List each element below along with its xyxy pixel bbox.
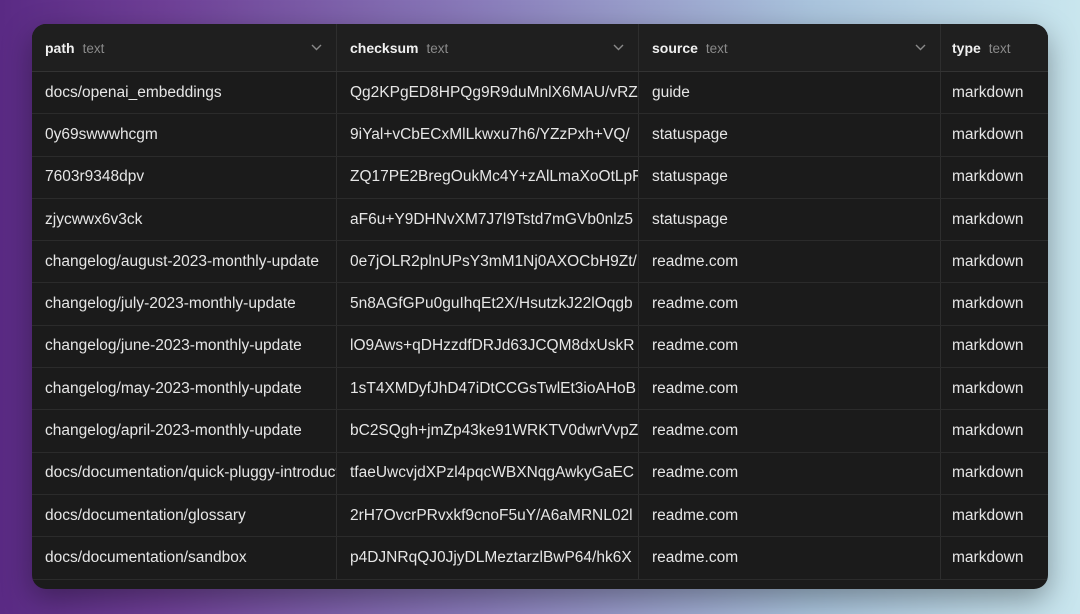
table-row[interactable]: docs/openai_embeddings Qg2KPgED8HPQg9R9d… <box>32 72 1048 115</box>
cell-path[interactable]: changelog/june-2023-monthly-update <box>32 325 337 368</box>
cell-path[interactable]: changelog/may-2023-monthly-update <box>32 368 337 410</box>
cell-path[interactable]: docs/openai_embeddings <box>32 72 337 114</box>
table-row[interactable]: docs/documentation/sandbox p4DJNRqQJ0Jjy… <box>32 537 1048 580</box>
column-name: source <box>652 39 698 56</box>
column-header-type[interactable]: type text <box>941 24 1048 71</box>
cell-source[interactable]: readme.com <box>639 452 941 494</box>
cell-source[interactable]: readme.com <box>639 241 941 283</box>
column-header-path[interactable]: path text <box>32 24 337 71</box>
cell-type[interactable]: markdown <box>941 368 1048 409</box>
column-name: path <box>45 39 75 56</box>
table-row[interactable]: 7603r9348dpv ZQ17PE2BregOukMc4Y+zAlLmaXo… <box>32 156 1048 199</box>
cell-path[interactable]: docs/documentation/quick-pluggy-introduc… <box>32 452 337 494</box>
cell-checksum[interactable]: 9iYal+vCbECxMlLkwxu7h6/YZzPxh+VQ/ <box>337 114 639 156</box>
cell-path[interactable]: changelog/july-2023-monthly-update <box>32 283 337 325</box>
column-type: text <box>988 40 1011 56</box>
cell-checksum[interactable]: 1sT4XMDyfJhD47iDtCCGsTwlEt3ioAHoB <box>337 368 639 410</box>
cell-path[interactable]: changelog/august-2023-monthly-update <box>32 241 337 283</box>
cell-path[interactable]: docs/documentation/sandbox <box>32 537 337 579</box>
cell-source[interactable]: statuspage <box>639 156 941 198</box>
cell-checksum[interactable]: bC2SQgh+jmZp43ke91WRKTV0dwrVvpZ <box>337 410 639 452</box>
cell-type[interactable]: markdown <box>941 326 1048 367</box>
cell-type[interactable]: markdown <box>941 283 1048 324</box>
cell-source[interactable]: readme.com <box>639 494 941 537</box>
table-row[interactable]: changelog/april-2023-monthly-update bC2S… <box>32 410 1048 453</box>
cell-source[interactable]: readme.com <box>639 368 941 410</box>
cell-type[interactable]: markdown <box>941 157 1048 198</box>
table-row[interactable]: changelog/july-2023-monthly-update 5n8AG… <box>32 283 1048 326</box>
data-grid: path text checksum text source text type… <box>32 24 1048 580</box>
column-name: checksum <box>350 39 419 56</box>
cell-type[interactable]: markdown <box>941 410 1048 451</box>
table-row[interactable]: zjycwwx6v3ck aF6u+Y9DHNvXM7J7l9Tstd7mGVb… <box>32 198 1048 242</box>
cell-type[interactable]: markdown <box>941 495 1048 536</box>
chevron-down-icon[interactable] <box>914 42 926 54</box>
cell-type[interactable]: markdown <box>941 114 1048 155</box>
header-row: path text checksum text source text type… <box>32 24 1048 72</box>
table-row[interactable]: changelog/june-2023-monthly-update lO9Aw… <box>32 325 1048 369</box>
table-row[interactable]: 0y69swwwhcgm 9iYal+vCbECxMlLkwxu7h6/YZzP… <box>32 114 1048 157</box>
table-window: path text checksum text source text type… <box>32 24 1048 589</box>
cell-checksum[interactable]: ZQ17PE2BregOukMc4Y+zAlLmaXoOtLpF <box>337 156 639 198</box>
column-header-source[interactable]: source text <box>639 24 941 71</box>
cell-type[interactable]: markdown <box>941 241 1048 282</box>
cell-source[interactable]: readme.com <box>639 410 941 452</box>
cell-source[interactable]: guide <box>639 72 941 114</box>
chevron-down-icon[interactable] <box>310 42 322 54</box>
cell-checksum[interactable]: 5n8AGfGPu0guIhqEt2X/HsutzkJ22lOqgb <box>337 283 639 325</box>
cell-checksum[interactable]: p4DJNRqQJ0JjyDLMeztarzlBwP64/hk6X <box>337 537 639 579</box>
cell-source[interactable]: statuspage <box>639 198 941 241</box>
cell-checksum[interactable]: Qg2KPgED8HPQg9R9duMnlX6MAU/vRZ <box>337 72 639 114</box>
cell-checksum[interactable]: lO9Aws+qDHzzdfDRJd63JCQM8dxUskR <box>337 325 639 368</box>
cell-source[interactable]: readme.com <box>639 283 941 325</box>
cell-source[interactable]: readme.com <box>639 325 941 368</box>
column-header-checksum[interactable]: checksum text <box>337 24 639 71</box>
table-row[interactable]: changelog/may-2023-monthly-update 1sT4XM… <box>32 368 1048 411</box>
cell-path[interactable]: docs/documentation/glossary <box>32 494 337 537</box>
cell-path[interactable]: 7603r9348dpv <box>32 156 337 198</box>
cell-path[interactable]: 0y69swwwhcgm <box>32 114 337 156</box>
table-row[interactable]: docs/documentation/glossary 2rH7OvcrPRvx… <box>32 494 1048 538</box>
cell-path[interactable]: changelog/april-2023-monthly-update <box>32 410 337 452</box>
table-row[interactable]: changelog/august-2023-monthly-update 0e7… <box>32 241 1048 284</box>
cell-type[interactable]: markdown <box>941 537 1048 578</box>
table-row[interactable]: docs/documentation/quick-pluggy-introduc… <box>32 452 1048 495</box>
cell-source[interactable]: readme.com <box>639 537 941 579</box>
cell-type[interactable]: markdown <box>941 72 1048 113</box>
column-type: text <box>705 40 728 56</box>
chevron-down-icon[interactable] <box>612 42 624 54</box>
cell-type[interactable]: markdown <box>941 199 1048 240</box>
cell-checksum[interactable]: 0e7jOLR2plnUPsY3mM1Nj0AXOCbH9Zt/ <box>337 241 639 283</box>
cell-type[interactable]: markdown <box>941 453 1048 494</box>
cell-checksum[interactable]: 2rH7OvcrPRvxkf9cnoF5uY/A6aMRNL02l <box>337 494 639 537</box>
cell-source[interactable]: statuspage <box>639 114 941 156</box>
column-name: type <box>952 39 981 56</box>
column-type: text <box>82 40 105 56</box>
cell-path[interactable]: zjycwwx6v3ck <box>32 198 337 241</box>
column-type: text <box>426 40 449 56</box>
cell-checksum[interactable]: tfaeUwcvjdXPzl4pqcWBXNqgAwkyGaEC <box>337 452 639 494</box>
cell-checksum[interactable]: aF6u+Y9DHNvXM7J7l9Tstd7mGVb0nlz5 <box>337 198 639 241</box>
